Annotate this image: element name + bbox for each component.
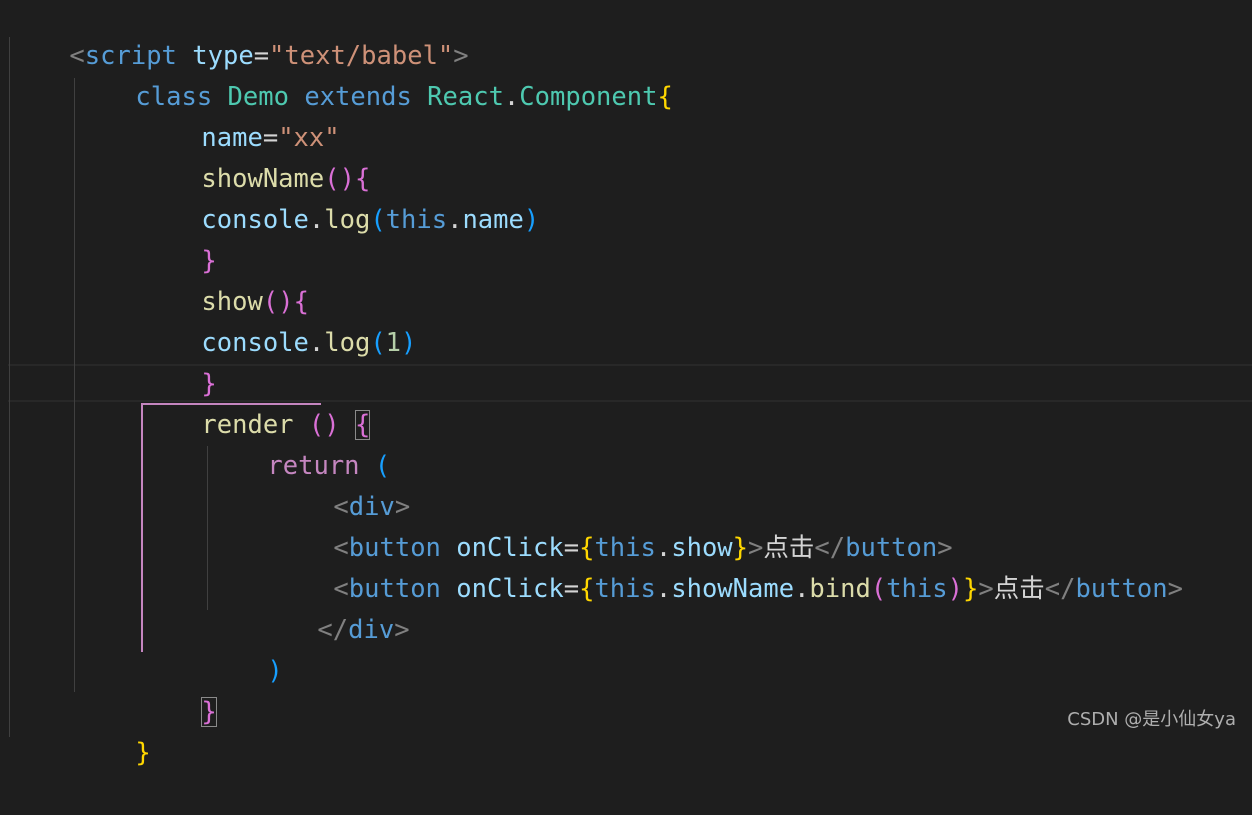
token: bind bbox=[809, 574, 871, 604]
token: name bbox=[462, 205, 524, 235]
token: React bbox=[427, 82, 504, 112]
code-line-3[interactable]: name="xx" bbox=[140, 77, 339, 153]
token: log bbox=[324, 328, 371, 358]
token: . bbox=[503, 82, 520, 112]
token: . bbox=[308, 328, 325, 358]
code-line-11[interactable]: return ( bbox=[206, 405, 390, 481]
token: this bbox=[594, 574, 656, 604]
code-line-17[interactable]: } bbox=[140, 651, 217, 727]
matched-bracket-close: } bbox=[201, 697, 217, 727]
code-line-12[interactable]: <div> bbox=[272, 446, 410, 522]
indent-guide bbox=[9, 37, 10, 737]
token: div bbox=[348, 615, 395, 645]
token: </ bbox=[317, 615, 349, 645]
code-editor[interactable]: <script type="text/babel"> class Demo ex… bbox=[0, 0, 1252, 768]
token: log bbox=[324, 205, 371, 235]
token: this bbox=[886, 574, 948, 604]
code-line-5[interactable]: console.log(this.name) bbox=[140, 159, 539, 235]
code-line-6[interactable]: } bbox=[140, 200, 216, 276]
token: 点击 bbox=[993, 574, 1045, 604]
token: } bbox=[962, 574, 979, 604]
token: . bbox=[447, 205, 463, 235]
token: ) bbox=[523, 205, 540, 235]
code-line-16[interactable]: ) bbox=[206, 610, 282, 686]
code-line-18[interactable]: } bbox=[74, 692, 150, 768]
token: > bbox=[394, 615, 410, 645]
token: ( bbox=[370, 205, 386, 235]
token: onClick bbox=[456, 574, 564, 604]
token: button bbox=[1075, 574, 1168, 604]
token: . bbox=[308, 205, 325, 235]
indent-guide bbox=[74, 78, 75, 692]
token: } bbox=[135, 738, 151, 768]
code-line-8[interactable]: console.log(1) bbox=[140, 282, 416, 358]
token: console bbox=[201, 328, 309, 358]
code-line-7[interactable]: show(){ bbox=[140, 241, 309, 317]
token: console bbox=[201, 205, 309, 235]
token: = bbox=[563, 574, 580, 604]
token: . bbox=[655, 574, 672, 604]
code-line-10[interactable]: render () { bbox=[140, 364, 371, 440]
token: showName bbox=[671, 574, 795, 604]
token: 1 bbox=[385, 328, 402, 358]
code-line-4[interactable]: showName(){ bbox=[140, 118, 370, 194]
token: > bbox=[978, 574, 994, 604]
token: </ bbox=[1044, 574, 1076, 604]
token: . bbox=[794, 574, 810, 604]
code-line-9[interactable]: } bbox=[140, 323, 216, 399]
token: ) bbox=[267, 656, 283, 686]
code-line-14[interactable]: <button onClick={this.showName.bind(this… bbox=[272, 528, 1183, 604]
token: ) bbox=[401, 328, 417, 358]
token: Component bbox=[519, 82, 658, 112]
token: ) bbox=[947, 574, 963, 604]
token: > bbox=[1167, 574, 1183, 604]
token: this bbox=[385, 205, 448, 235]
code-line-2[interactable]: class Demo extends React.Component{ bbox=[74, 36, 672, 112]
token: ( bbox=[370, 328, 386, 358]
token: ( bbox=[870, 574, 887, 604]
token: { bbox=[657, 82, 673, 112]
code-line-13[interactable]: <button onClick={this.show}>点击</button> bbox=[272, 487, 952, 563]
token: { bbox=[579, 574, 595, 604]
watermark: CSDN @是小仙女ya bbox=[1067, 709, 1236, 730]
code-line-15[interactable]: </div> bbox=[256, 569, 409, 645]
code-line-1[interactable]: <script type="text/babel"> bbox=[8, 0, 468, 71]
